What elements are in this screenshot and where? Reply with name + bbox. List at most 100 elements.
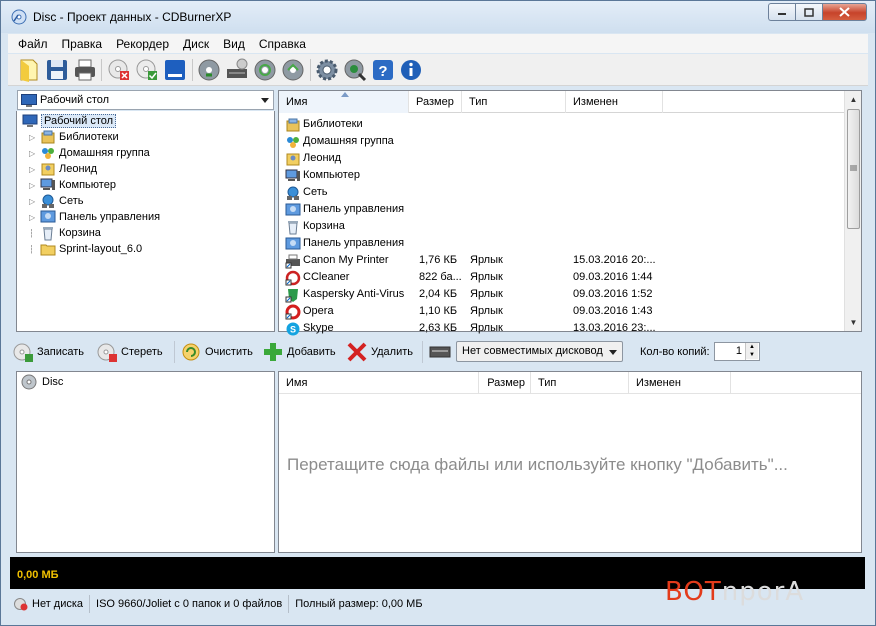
erase-button[interactable]: Стереть bbox=[96, 341, 163, 363]
column-name-header[interactable]: Имя bbox=[279, 372, 479, 394]
burn-drive-icon[interactable] bbox=[224, 57, 250, 83]
file-name-cell: Компьютер bbox=[303, 169, 360, 181]
expand-arrow-icon[interactable]: ▷ bbox=[29, 197, 39, 206]
info-icon[interactable] bbox=[398, 57, 424, 83]
tree-item[interactable]: ▷ Компьютер bbox=[29, 177, 116, 193]
erase-label: Стереть bbox=[121, 346, 163, 358]
remove-button[interactable]: Удалить bbox=[346, 341, 413, 363]
copies-stepper[interactable]: ▲ ▼ bbox=[745, 343, 758, 360]
expand-arrow-icon[interactable]: ▷ bbox=[29, 181, 39, 190]
disc-green-icon[interactable] bbox=[252, 57, 278, 83]
file-type-cell: Ярлык bbox=[470, 288, 503, 300]
file-size-cell: 2,04 КБ bbox=[419, 288, 458, 300]
user-folder-icon bbox=[285, 151, 301, 166]
ccleaner-icon bbox=[285, 270, 301, 286]
tree-item[interactable]: ▷ Домашняя группа bbox=[29, 145, 150, 161]
add-button[interactable]: Добавить bbox=[262, 341, 336, 363]
column-modified-header[interactable]: Изменен bbox=[629, 372, 731, 394]
column-size-header[interactable]: Размер bbox=[409, 91, 462, 113]
file-row[interactable]: Сеть bbox=[279, 184, 844, 201]
drop-hint: Перетащите сюда файлы или используйте кн… bbox=[287, 455, 788, 474]
tree-item[interactable]: ┆ Sprint-layout_6.0 bbox=[29, 241, 142, 257]
tree-item[interactable]: ▷ Сеть bbox=[29, 193, 83, 209]
settings-icon[interactable] bbox=[314, 57, 340, 83]
svg-text:?: ? bbox=[378, 63, 387, 80]
file-row[interactable]: Компьютер bbox=[279, 167, 844, 184]
tree-item[interactable]: ▷ Библиотеки bbox=[29, 129, 119, 145]
tree-item[interactable]: Рабочий стол bbox=[21, 113, 117, 129]
disc-copy-icon[interactable] bbox=[196, 57, 222, 83]
menu-recorder[interactable]: Рекордер bbox=[109, 37, 176, 51]
file-row[interactable]: Леонид bbox=[279, 150, 844, 167]
file-row[interactable]: Панель управления bbox=[279, 235, 844, 252]
menu-file[interactable]: Файл bbox=[11, 37, 55, 51]
menu-view[interactable]: Вид bbox=[216, 37, 252, 51]
copies-label: Кол-во копий: bbox=[640, 346, 710, 358]
disc-tree: Disc bbox=[16, 371, 275, 553]
file-modified-cell: 13.03.2016 23:... bbox=[573, 322, 656, 334]
file-size-cell: 1,10 КБ bbox=[419, 305, 458, 317]
file-row[interactable]: S Skype 2,63 КБ Ярлык 13.03.2016 23:... bbox=[279, 320, 844, 337]
save-icon[interactable] bbox=[44, 57, 70, 83]
file-row[interactable]: Корзина bbox=[279, 218, 844, 235]
menu-disc[interactable]: Диск bbox=[176, 37, 216, 51]
homegroup-icon bbox=[285, 134, 301, 149]
blue-square-icon[interactable] bbox=[162, 57, 188, 83]
minimize-button[interactable] bbox=[768, 3, 795, 21]
tree-item[interactable]: ▷ Леонид bbox=[29, 161, 97, 177]
file-row[interactable]: CCleaner 822 ба... Ярлык 09.03.2016 1:44 bbox=[279, 269, 844, 286]
disc-green2-icon[interactable] bbox=[280, 57, 306, 83]
drive-select[interactable]: Нет совместимых дисковод bbox=[456, 341, 623, 362]
tree-item-label: Sprint-layout_6.0 bbox=[59, 243, 143, 255]
erase-disc-icon[interactable] bbox=[106, 57, 132, 83]
file-row[interactable]: Панель управления bbox=[279, 201, 844, 218]
file-row[interactable]: Canon My Printer 1,76 КБ Ярлык 15.03.2016 2… bbox=[279, 252, 844, 269]
desktop-icon bbox=[21, 113, 38, 129]
disc-ok-icon[interactable] bbox=[134, 57, 160, 83]
tree-item-label: Библиотеки bbox=[59, 131, 119, 143]
recycle-bin-icon bbox=[39, 225, 56, 241]
new-project-icon[interactable] bbox=[16, 57, 42, 83]
stepper-up-icon[interactable]: ▲ bbox=[746, 343, 758, 351]
close-button[interactable] bbox=[822, 3, 867, 21]
stepper-down-icon[interactable]: ▼ bbox=[746, 351, 758, 359]
column-size-header[interactable]: Размер bbox=[479, 372, 531, 394]
file-row[interactable]: Библиотеки bbox=[279, 116, 844, 133]
tree-item[interactable]: ▷ Панель управления bbox=[29, 209, 160, 225]
menu-edit[interactable]: Правка bbox=[55, 37, 110, 51]
file-name-cell: Opera bbox=[303, 305, 334, 317]
file-row[interactable]: Домашняя группа bbox=[279, 133, 844, 150]
search-disc-icon[interactable] bbox=[342, 57, 368, 83]
scroll-up-arrow[interactable]: ▲ bbox=[845, 91, 862, 108]
svg-text:S: S bbox=[290, 325, 296, 335]
location-combo[interactable]: Рабочий стол bbox=[17, 90, 274, 110]
toolbar-separator bbox=[174, 341, 175, 363]
drive-icon bbox=[429, 346, 451, 358]
file-list-scrollbar[interactable]: ▲ ▼ bbox=[844, 91, 861, 331]
tree-item-label: Леонид bbox=[59, 163, 98, 175]
file-row[interactable]: Kaspersky Anti-Virus 2,04 КБ Ярлык 09.03.20… bbox=[279, 286, 844, 303]
column-type-header[interactable]: Тип bbox=[462, 91, 566, 113]
disc-root-item[interactable]: Disc bbox=[21, 374, 63, 390]
maximize-button[interactable] bbox=[795, 3, 822, 21]
expand-arrow-icon[interactable]: ▷ bbox=[29, 213, 39, 222]
menu-help[interactable]: Справка bbox=[252, 37, 313, 51]
tree-item[interactable]: ┆ Корзина bbox=[29, 225, 101, 241]
expand-arrow-icon[interactable]: ▷ bbox=[29, 133, 39, 142]
toolbar-separator bbox=[192, 59, 193, 81]
file-size-cell: 822 ба... bbox=[419, 271, 462, 283]
compilation-list[interactable]: Имя Размер Тип Изменен Перетащите сюда ф… bbox=[278, 371, 862, 553]
help-icon[interactable]: ? bbox=[370, 57, 396, 83]
expand-arrow-icon[interactable]: ▷ bbox=[29, 149, 39, 158]
burn-button[interactable]: Записать bbox=[12, 341, 84, 363]
expand-arrow-icon[interactable]: ▷ bbox=[29, 165, 39, 174]
column-modified-header[interactable]: Изменен bbox=[566, 91, 663, 113]
column-type-header[interactable]: Тип bbox=[531, 372, 629, 394]
clear-button[interactable]: Очистить bbox=[180, 341, 253, 363]
file-size-cell: 2,63 КБ bbox=[419, 322, 458, 334]
print-icon[interactable] bbox=[72, 57, 98, 83]
folder-icon bbox=[39, 241, 56, 257]
toolbar-separator bbox=[101, 59, 102, 81]
scroll-down-arrow[interactable]: ▼ bbox=[845, 314, 862, 331]
file-row[interactable]: Opera 1,10 КБ Ярлык 09.03.2016 1:43 bbox=[279, 303, 844, 320]
